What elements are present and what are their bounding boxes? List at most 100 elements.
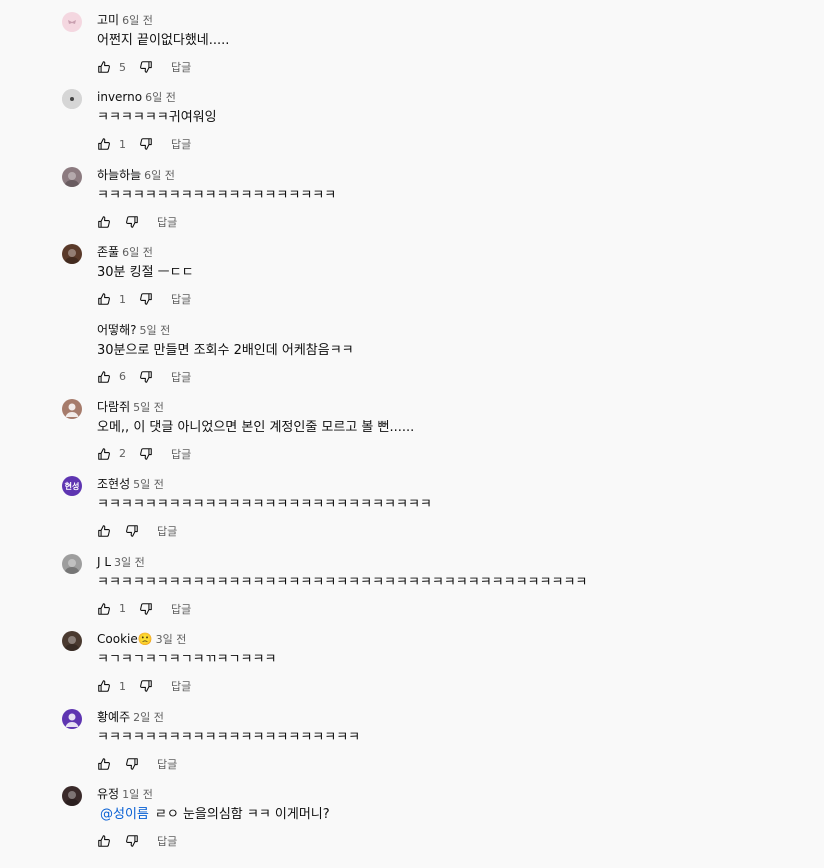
thumbs-up-icon[interactable] xyxy=(97,602,111,616)
comment-header: 조현성 5일 전 xyxy=(97,476,164,493)
comment-time[interactable]: 5일 전 xyxy=(140,324,171,337)
thumbs-up-icon[interactable] xyxy=(97,834,111,848)
thumbs-up-icon[interactable] xyxy=(97,447,111,461)
thumbs-down-icon[interactable] xyxy=(125,834,139,848)
avatar[interactable]: 현성 xyxy=(62,476,82,497)
comment-item: 황예주 2일 전 ㅋㅋㅋㅋㅋㅋㅋㅋㅋㅋㅋㅋㅋㅋㅋㅋㅋㅋㅋㅋㅋㅋ 답글 xyxy=(0,705,824,782)
comment-time[interactable]: 1일 전 xyxy=(122,788,153,801)
reply-button[interactable]: 답글 xyxy=(171,678,191,694)
comment-text: ㅋㅋㅋㅋㅋㅋㅋㅋㅋㅋㅋㅋㅋㅋㅋㅋㅋㅋㅋㅋㅋㅋ xyxy=(97,729,361,745)
comment-actions: 1 답글 xyxy=(97,136,191,152)
reply-button[interactable]: 답글 xyxy=(171,291,191,307)
avatar-user-icon[interactable] xyxy=(62,708,82,729)
comment-text: @성이름 ㄹㅇ 눈을의심함 ㅋㅋ 이게머니? xyxy=(97,806,330,824)
comment-text-body: ㄹㅇ 눈을의심함 ㅋㅋ 이게머니? xyxy=(154,806,330,822)
thumbs-down-icon[interactable] xyxy=(139,60,153,74)
comment-actions: 1 답글 xyxy=(97,601,191,617)
comment-item: 유정 1일 전 @성이름 ㄹㅇ 눈을의심함 ㅋㅋ 이게머니? 답글 xyxy=(0,782,824,859)
thumbs-down-icon[interactable] xyxy=(125,524,139,538)
comment-author[interactable]: 존풀 xyxy=(97,245,119,259)
comment-header: 황예주 2일 전 xyxy=(97,709,164,726)
comment-actions: 답글 xyxy=(97,523,177,539)
comment-item: inverno 6일 전 ㅋㅋㅋㅋㅋㅋ귀여워잉 1 답글 xyxy=(0,85,824,162)
comment-text: ㅋㅋㅋㅋㅋㅋ귀여워잉 xyxy=(97,110,217,126)
comment-header: 존풀 6일 전 xyxy=(97,244,153,261)
comment-header: Cookie🙁 3일 전 xyxy=(97,631,186,648)
avatar-photo-icon[interactable] xyxy=(62,166,82,187)
thumbs-down-icon[interactable] xyxy=(125,757,139,771)
comment-time[interactable]: 2일 전 xyxy=(133,711,164,724)
avatar-dot-icon[interactable] xyxy=(62,89,82,110)
avatar-blank-icon[interactable] xyxy=(62,321,82,342)
comment-item: 현성 조현성 5일 전 ㅋㅋㅋㅋㅋㅋㅋㅋㅋㅋㅋㅋㅋㅋㅋㅋㅋㅋㅋㅋㅋㅋㅋㅋㅋㅋㅋㅋ … xyxy=(0,472,824,549)
comment-time[interactable]: 6일 전 xyxy=(122,246,153,259)
thumbs-down-icon[interactable] xyxy=(139,679,153,693)
thumbs-up-icon[interactable] xyxy=(97,60,111,74)
thumbs-up-icon[interactable] xyxy=(97,370,111,384)
reply-button[interactable]: 답글 xyxy=(157,523,177,539)
reply-button[interactable]: 답글 xyxy=(171,59,191,75)
reply-button[interactable]: 답글 xyxy=(157,214,177,230)
avatar-photo-icon[interactable] xyxy=(62,553,82,574)
thumbs-down-icon[interactable] xyxy=(139,447,153,461)
comment-actions: 1 답글 xyxy=(97,291,191,307)
comment-header: J L 3일 전 xyxy=(97,554,145,571)
comment-author[interactable]: 어떻해? xyxy=(97,323,137,337)
comment-time[interactable]: 6일 전 xyxy=(144,169,175,182)
comment-item: 존풀 6일 전 30분 킹절 ㅡㄷㄷ 1 답글 xyxy=(0,240,824,317)
comment-time[interactable]: 5일 전 xyxy=(133,478,164,491)
thumbs-up-icon[interactable] xyxy=(97,679,111,693)
comment-author[interactable]: 조현성 xyxy=(97,477,130,491)
comment-time[interactable]: 6일 전 xyxy=(122,14,153,27)
comment-header: 하늘하늘 6일 전 xyxy=(97,167,175,184)
avatar-photo-icon[interactable] xyxy=(62,631,82,652)
comment-time[interactable]: 6일 전 xyxy=(145,91,176,104)
comment-item: J L 3일 전 ㅋㅋㅋㅋㅋㅋㅋㅋㅋㅋㅋㅋㅋㅋㅋㅋㅋㅋㅋㅋㅋㅋㅋㅋㅋㅋㅋㅋㅋㅋㅋㅋ… xyxy=(0,550,824,627)
comment-actions: 1 답글 xyxy=(97,678,191,694)
comment-text: 오메,, 이 댓글 아니었으면 본인 계정인줄 모르고 볼 뻔...... xyxy=(97,419,415,435)
comment-text: ㅋㄱㅋㄱㅋㄱㅋㄱㅋㄲㅋㄱㅋㅋㅋ xyxy=(97,652,277,668)
comment-author[interactable]: 고미 xyxy=(97,13,119,27)
comment-item: Cookie🙁 3일 전 ㅋㄱㅋㄱㅋㄱㅋㄱㅋㄲㅋㄱㅋㅋㅋ 1 답글 xyxy=(0,627,824,704)
thumbs-down-icon[interactable] xyxy=(139,602,153,616)
reply-button[interactable]: 답글 xyxy=(171,136,191,152)
thumbs-up-icon[interactable] xyxy=(97,137,111,151)
comment-item: 다람쥐 5일 전 오메,, 이 댓글 아니었으면 본인 계정인줄 모르고 볼 뻔.… xyxy=(0,395,824,472)
reply-button[interactable]: 답글 xyxy=(171,446,191,462)
comment-time[interactable]: 3일 전 xyxy=(114,556,145,569)
avatar-photo-icon[interactable] xyxy=(62,785,82,806)
comment-author[interactable]: 다람쥐 xyxy=(97,400,130,414)
thumbs-up-icon[interactable] xyxy=(97,757,111,771)
thumbs-down-icon[interactable] xyxy=(139,370,153,384)
comment-author[interactable]: Cookie🙁 xyxy=(97,632,153,646)
thumbs-down-icon[interactable] xyxy=(139,137,153,151)
comment-item: 고미 6일 전 어쩐지 끝이없다했네..... 5 답글 xyxy=(0,8,824,85)
avatar-photo-icon[interactable] xyxy=(62,244,82,265)
comment-actions: 답글 xyxy=(97,214,177,230)
like-count: 2 xyxy=(119,447,126,461)
thumbs-down-icon[interactable] xyxy=(125,215,139,229)
comment-text: ㅋㅋㅋㅋㅋㅋㅋㅋㅋㅋㅋㅋㅋㅋㅋㅋㅋㅋㅋㅋㅋㅋㅋㅋㅋㅋㅋㅋ xyxy=(97,497,432,513)
reply-button[interactable]: 답글 xyxy=(157,756,177,772)
reply-button[interactable]: 답글 xyxy=(171,601,191,617)
thumbs-down-icon[interactable] xyxy=(139,292,153,306)
thumbs-up-icon[interactable] xyxy=(97,215,111,229)
comment-time[interactable]: 3일 전 xyxy=(156,633,187,646)
reply-button[interactable]: 답글 xyxy=(171,369,191,385)
comment-actions: 2 답글 xyxy=(97,446,191,462)
avatar-bow-icon[interactable] xyxy=(62,12,82,32)
comment-author[interactable]: inverno xyxy=(97,90,142,104)
comment-header: inverno 6일 전 xyxy=(97,89,176,106)
comment-author[interactable]: J L xyxy=(97,555,111,569)
comment-list: 고미 6일 전 어쩐지 끝이없다했네..... 5 답글 inverno 6일 전 … xyxy=(0,8,824,859)
avatar-user-icon[interactable] xyxy=(62,398,82,419)
comment-author[interactable]: 황예주 xyxy=(97,710,130,724)
comment-time[interactable]: 5일 전 xyxy=(133,401,164,414)
like-count: 1 xyxy=(119,602,126,616)
comment-author[interactable]: 하늘하늘 xyxy=(97,168,141,182)
mention-link[interactable]: @성이름 xyxy=(100,807,149,822)
reply-button[interactable]: 답글 xyxy=(157,833,177,849)
comment-author[interactable]: 유정 xyxy=(97,787,119,801)
thumbs-up-icon[interactable] xyxy=(97,292,111,306)
thumbs-up-icon[interactable] xyxy=(97,524,111,538)
